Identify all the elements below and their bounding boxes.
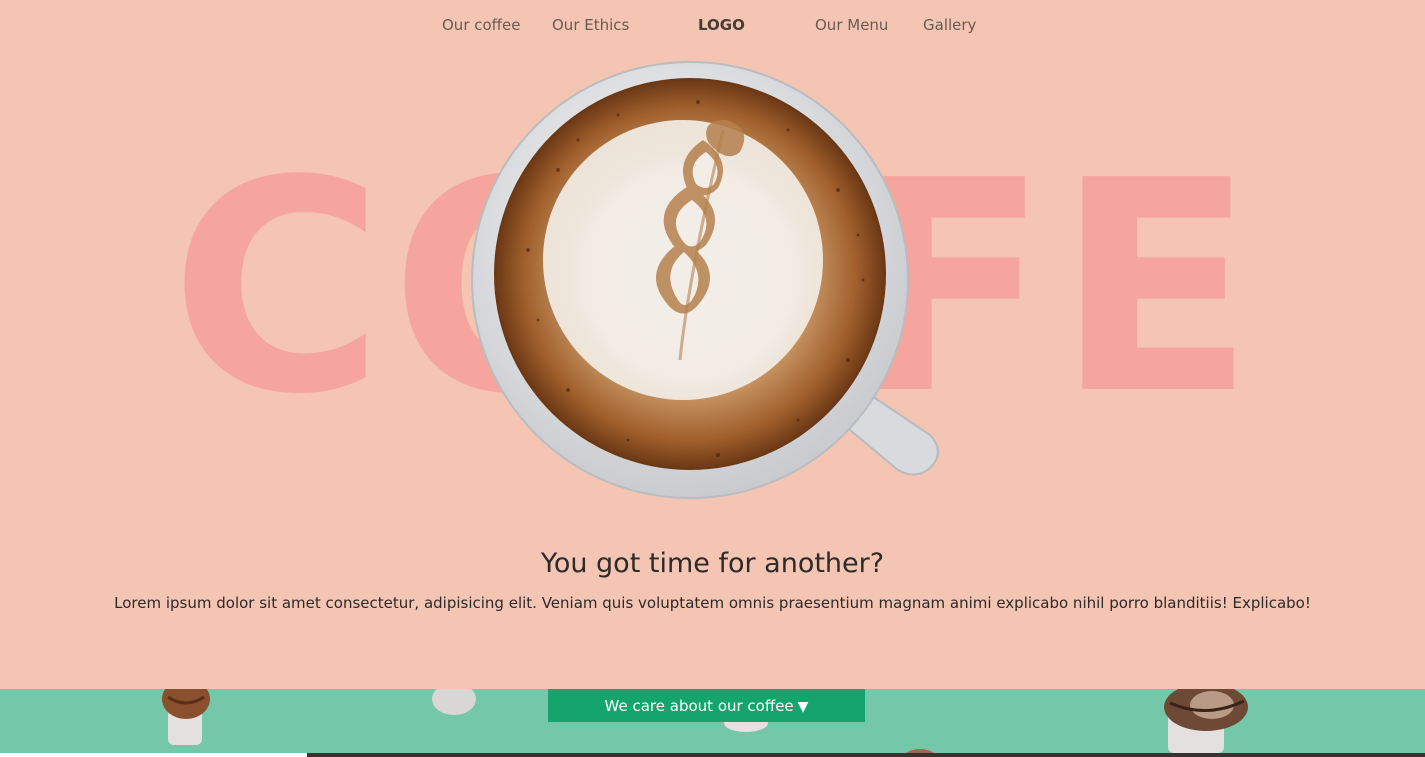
coffee-cup-image xyxy=(471,61,939,499)
coffee-care-dropdown-button[interactable]: We care about our coffee ▼ xyxy=(548,689,865,722)
top-nav: Our coffee Our Ethics LOGO Our Menu Gall… xyxy=(0,0,1425,52)
coffee-bean-image xyxy=(1164,689,1248,753)
cta-label: We care about our coffee xyxy=(604,697,794,715)
nav-link-gallery[interactable]: Gallery xyxy=(923,16,976,34)
nav-link-our-menu[interactable]: Our Menu xyxy=(815,16,888,34)
nav-link-our-coffee[interactable]: Our coffee xyxy=(442,16,520,34)
hero-headline: You got time for another? xyxy=(540,548,885,579)
nav-logo[interactable]: LOGO xyxy=(698,16,745,34)
nav-link-our-ethics[interactable]: Our Ethics xyxy=(552,16,629,34)
triangle-down-icon: ▼ xyxy=(797,699,809,715)
coffee-bean-image xyxy=(162,689,210,745)
horizontal-scrollbar[interactable] xyxy=(0,753,1425,757)
coffee-bean-image xyxy=(432,689,476,715)
scrollbar-track xyxy=(0,753,307,757)
hero-body-text: Lorem ipsum dolor sit amet consectetur, … xyxy=(114,594,1311,612)
